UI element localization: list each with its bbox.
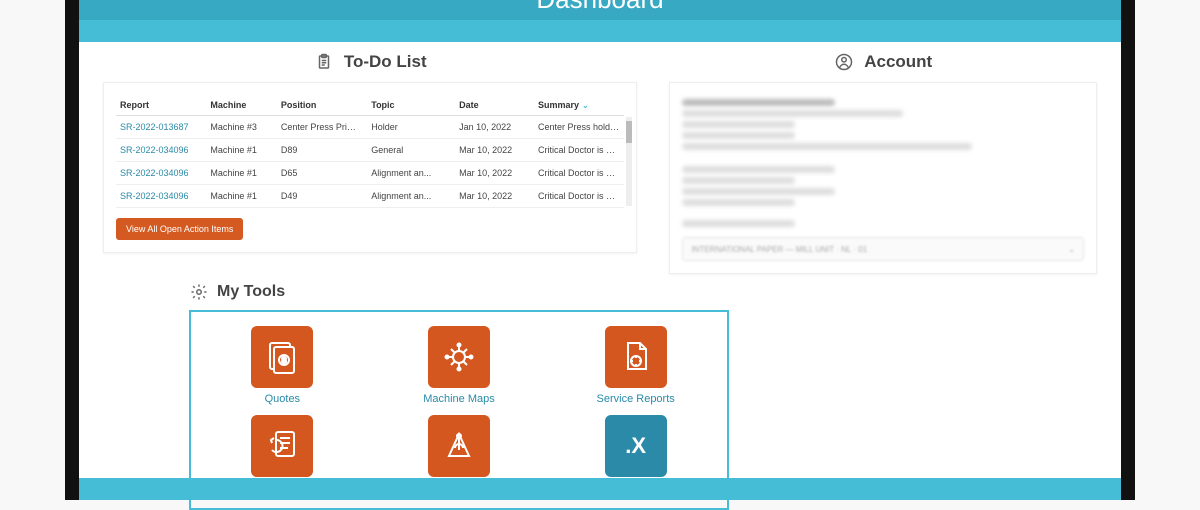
- redacted-text: [682, 121, 794, 128]
- banner-strip: [79, 20, 1121, 42]
- svg-text:$: $: [282, 356, 287, 365]
- tool-label: Service Reports: [597, 393, 675, 405]
- report-link[interactable]: SR-2022-034096: [116, 185, 206, 208]
- redacted-text: [682, 199, 794, 206]
- redacted-text: [682, 110, 903, 117]
- machine-maps-icon: [428, 326, 490, 388]
- todo-table: Report Machine Position Topic Date Summa…: [116, 95, 624, 208]
- redacted-text: [682, 166, 835, 173]
- tool-machine-maps[interactable]: Machine Maps: [396, 326, 523, 405]
- redacted-label: [682, 220, 794, 227]
- col-topic[interactable]: Topic: [367, 95, 455, 116]
- drawings-icon: [428, 415, 490, 477]
- clipboard-icon: [314, 52, 334, 72]
- todo-title: To-Do List: [344, 52, 427, 72]
- redacted-text: [682, 177, 794, 184]
- table-row[interactable]: SR-2022-034096 Machine #1 D65 Alignment …: [116, 162, 624, 185]
- redacted-text: [682, 99, 835, 106]
- report-link[interactable]: SR-2022-034096: [116, 139, 206, 162]
- account-select[interactable]: INTERNATIONAL PAPER — MILL UNIT · NL · 0…: [682, 237, 1084, 261]
- todo-header: To-Do List: [103, 52, 637, 72]
- redacted-text: [682, 143, 971, 150]
- service-reports-icon: [605, 326, 667, 388]
- gear-icon: [189, 282, 209, 302]
- header-bar: Dashboard: [79, 0, 1121, 20]
- col-machine[interactable]: Machine: [206, 95, 276, 116]
- tool-quotes[interactable]: $ Quotes: [219, 326, 346, 405]
- account-header: Account: [669, 52, 1097, 72]
- chevron-down-icon: ⌄: [1068, 245, 1075, 254]
- redacted-text: [682, 132, 794, 139]
- tool-service-reports[interactable]: Service Reports: [572, 326, 699, 405]
- table-row[interactable]: SR-2022-034096 Machine #1 D89 General Ma…: [116, 139, 624, 162]
- tools-header: My Tools: [189, 282, 729, 302]
- chevron-down-icon: ⌄: [582, 101, 589, 110]
- tool-label: Quotes: [265, 393, 300, 405]
- illumenx-icon: .X: [605, 415, 667, 477]
- tool-label: Machine Maps: [423, 393, 495, 405]
- col-summary[interactable]: Summary⌄: [534, 95, 624, 116]
- col-date[interactable]: Date: [455, 95, 534, 116]
- account-card: INTERNATIONAL PAPER — MILL UNIT · NL · 0…: [669, 82, 1097, 274]
- page-title: Dashboard: [536, 0, 663, 15]
- col-report[interactable]: Report: [116, 95, 206, 116]
- person-icon: [834, 52, 854, 72]
- orders-icon: [251, 415, 313, 477]
- quotes-icon: $: [251, 326, 313, 388]
- col-position[interactable]: Position: [277, 95, 367, 116]
- report-link[interactable]: SR-2022-013687: [116, 116, 206, 139]
- report-link[interactable]: SR-2022-034096: [116, 162, 206, 185]
- footer-strip: [79, 478, 1121, 500]
- view-all-action-items-button[interactable]: View All Open Action Items: [116, 218, 243, 240]
- redacted-text: [682, 188, 835, 195]
- tools-title: My Tools: [217, 283, 285, 301]
- table-row[interactable]: SR-2022-034096 Machine #1 D49 Alignment …: [116, 185, 624, 208]
- account-title: Account: [864, 52, 932, 72]
- scrollbar[interactable]: [626, 117, 632, 206]
- table-row[interactable]: SR-2022-013687 Machine #3 Center Press P…: [116, 116, 624, 139]
